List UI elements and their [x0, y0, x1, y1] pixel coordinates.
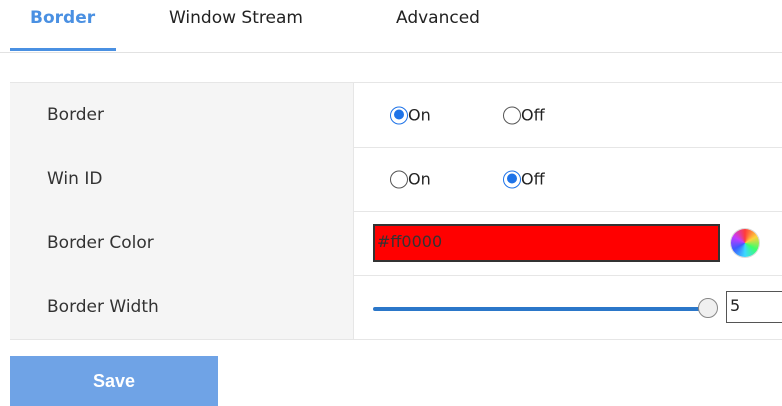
border-on-label: On: [408, 105, 431, 125]
row-border-width: Border Width 5: [10, 275, 782, 340]
save-button[interactable]: Save: [10, 356, 218, 406]
border-width-slider[interactable]: [373, 307, 709, 311]
border-width-input[interactable]: 5: [726, 291, 782, 323]
border-off-label: Off: [521, 105, 545, 125]
tab-border[interactable]: Border: [30, 8, 95, 28]
radio-checked-icon: [503, 170, 521, 188]
win-id-label: Win ID: [47, 169, 103, 189]
active-tab-indicator: [10, 48, 116, 51]
row-border-color: Border Color #ff0000: [10, 211, 782, 276]
border-color-input[interactable]: #ff0000: [373, 224, 720, 262]
tab-bar: Border Window Stream Advanced: [0, 0, 782, 53]
border-width-label: Border Width: [47, 297, 159, 317]
color-palette-icon[interactable]: [731, 229, 759, 257]
border-settings-table: Border On Off Win ID On Off Border Color…: [10, 82, 782, 341]
radio-unchecked-icon: [503, 106, 521, 124]
border-on-radio[interactable]: On: [390, 106, 431, 125]
tab-window-stream[interactable]: Window Stream: [169, 8, 303, 28]
win-id-on-radio[interactable]: On: [390, 170, 431, 189]
win-id-off-label: Off: [521, 169, 545, 189]
row-win-id: Win ID On Off: [10, 147, 782, 212]
border-color-label: Border Color: [47, 233, 154, 253]
tab-advanced[interactable]: Advanced: [396, 8, 480, 28]
win-id-off-radio[interactable]: Off: [503, 170, 545, 189]
radio-checked-icon: [390, 106, 408, 124]
row-border: Border On Off: [10, 83, 782, 148]
radio-unchecked-icon: [390, 170, 408, 188]
win-id-on-label: On: [408, 169, 431, 189]
border-off-radio[interactable]: Off: [503, 106, 545, 125]
border-label: Border: [47, 105, 104, 125]
border-width-slider-handle[interactable]: [698, 298, 718, 318]
